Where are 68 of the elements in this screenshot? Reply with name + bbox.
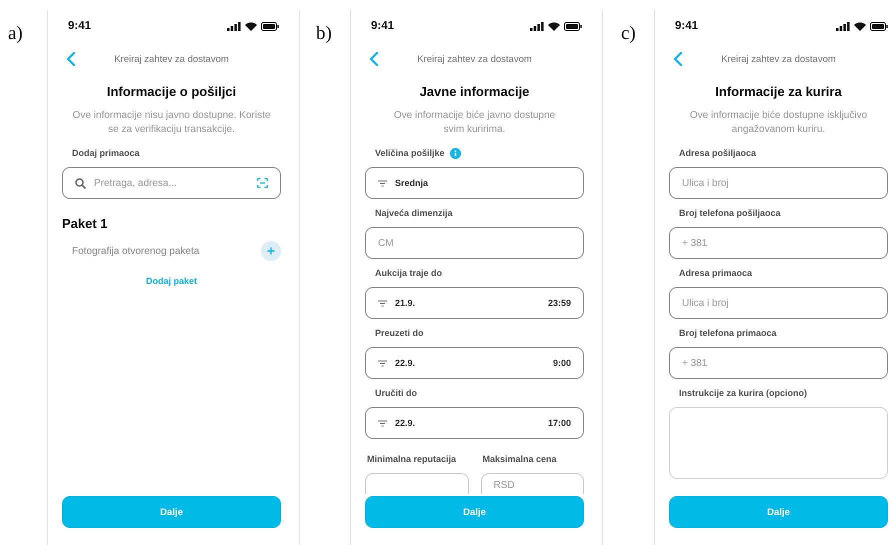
signal-icon — [836, 22, 850, 30]
input-field[interactable]: CM — [365, 227, 584, 259]
filter-icon — [378, 360, 387, 366]
next-button[interactable]: Dalje — [62, 496, 281, 528]
input-field[interactable] — [365, 473, 468, 494]
dropdown-field[interactable]: 21.9. 23:59 — [365, 287, 584, 319]
wifi-icon — [854, 22, 866, 30]
input-field[interactable]: + 381 — [669, 227, 888, 259]
field-label: Preuzeti do — [375, 328, 424, 338]
field-label: Instrukcije za kurira (opciono) — [679, 388, 808, 398]
next-button[interactable]: Dalje — [365, 496, 584, 528]
panel-label: a) — [8, 23, 23, 45]
dropdown-field[interactable]: 22.9. 17:00 — [365, 407, 584, 439]
wifi-icon — [548, 22, 560, 30]
screen-subtitle: Ove informacije biće dostupne isključivo angažovanom kuriru. — [688, 109, 868, 137]
signal-icon — [227, 22, 241, 30]
screen-title: Informacije za kurira — [714, 83, 843, 101]
screen-subtitle: Ove informacije biće javno dostupne svim kuririma. — [392, 109, 556, 137]
search-icon — [75, 178, 86, 188]
dropdown-field[interactable]: Srednja — [365, 167, 584, 199]
field-label: Maksimalna cena — [482, 454, 557, 464]
add-package-link[interactable]: Dodaj paket — [146, 273, 197, 289]
section-heading: Paket 1 — [62, 215, 109, 233]
info-icon[interactable] — [450, 148, 461, 158]
scan-icon[interactable] — [257, 178, 268, 188]
field-label: Minimalna reputacija — [367, 454, 456, 464]
dropdown-field[interactable]: 22.9. 9:00 — [365, 347, 584, 379]
back-icon[interactable] — [673, 52, 683, 66]
field-label: Adresa pošiljaoca — [679, 148, 756, 158]
back-icon[interactable] — [66, 52, 76, 66]
field-label: Adresa primaoca — [679, 268, 752, 278]
screen-header: Kreiraj zahtev za dostavom — [721, 54, 836, 64]
field-label: Najveća dimenzija — [375, 208, 453, 218]
screen-header: Kreiraj zahtev za dostavom — [417, 54, 532, 64]
plus-icon — [267, 247, 275, 255]
input-field[interactable]: Ulica i broj — [669, 167, 888, 199]
screen-subtitle: Ove informacije nisu javno dostupne. Koriste se za verifikaciju transakcije. — [72, 109, 272, 137]
filter-icon — [378, 180, 387, 186]
battery-icon — [870, 22, 888, 30]
status-time: 9:41 — [371, 20, 394, 32]
battery-icon — [564, 22, 582, 30]
field-label: Veličina pošiljke — [375, 148, 445, 158]
signal-icon — [530, 22, 544, 30]
field-label: Broj telefona pošiljaoca — [679, 208, 781, 218]
search-field[interactable]: Pretraga, adresa... — [62, 167, 281, 199]
screen-title: Javne informacije — [418, 83, 530, 101]
field-label: Aukcija traje do — [375, 268, 442, 278]
filter-icon — [378, 300, 387, 306]
filter-icon — [378, 420, 387, 426]
status-time: 9:41 — [68, 20, 92, 32]
input-field[interactable]: RSD — [480, 473, 584, 494]
screen-title: Informacije o pošiljci — [106, 83, 238, 101]
back-icon[interactable] — [369, 52, 379, 66]
text-area[interactable] — [669, 407, 888, 479]
panel-label: b) — [316, 23, 332, 45]
next-button[interactable]: Dalje — [669, 496, 888, 528]
wifi-icon — [245, 22, 257, 30]
battery-icon — [261, 22, 279, 30]
photo-label: Fotografija otvorenog paketa — [72, 246, 200, 256]
field-label: Broj telefona primaoca — [679, 328, 777, 338]
status-time: 9:41 — [675, 20, 698, 32]
input-field[interactable]: Ulica i broj — [669, 287, 888, 319]
field-label: Uručiti do — [375, 388, 417, 398]
screen-header: Kreiraj zahtev za dostavom — [114, 54, 229, 64]
field-label: Dodaj primaoca — [72, 148, 140, 158]
add-button[interactable] — [261, 241, 281, 261]
input-field[interactable]: + 381 — [669, 347, 888, 379]
panel-label: c) — [621, 23, 636, 45]
